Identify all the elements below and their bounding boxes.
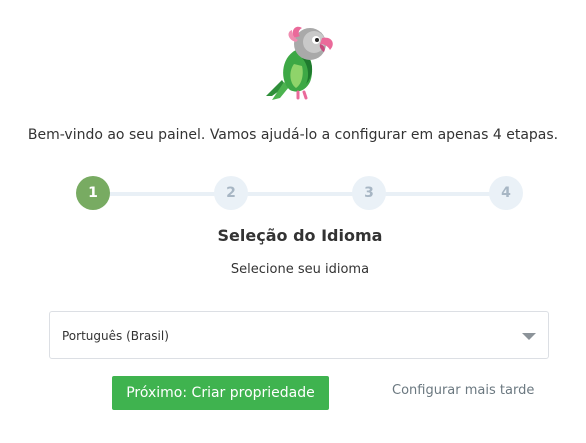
step-subtitle: Selecione seu idioma [230,262,370,277]
parrot-logo-icon [262,24,338,102]
configure-later-link[interactable]: Configurar mais tarde [392,383,534,398]
stepper-track [93,192,507,196]
step-1-indicator: 1 [76,176,110,210]
welcome-message: Bem-vindo ao seu painel. Vamos ajudá-lo … [27,127,559,143]
step-3-indicator: 3 [352,176,386,210]
setup-stepper: 1 2 3 4 [76,176,524,212]
language-select-value: Português (Brasil) [62,329,169,343]
step-4-indicator: 4 [489,176,523,210]
language-select[interactable]: Português (Brasil) [49,311,549,359]
step-2-indicator: 2 [214,176,248,210]
chevron-down-icon [522,333,536,340]
next-create-property-button[interactable]: Próximo: Criar propriedade [112,376,329,410]
step-title: Seleção do Idioma [217,226,383,245]
